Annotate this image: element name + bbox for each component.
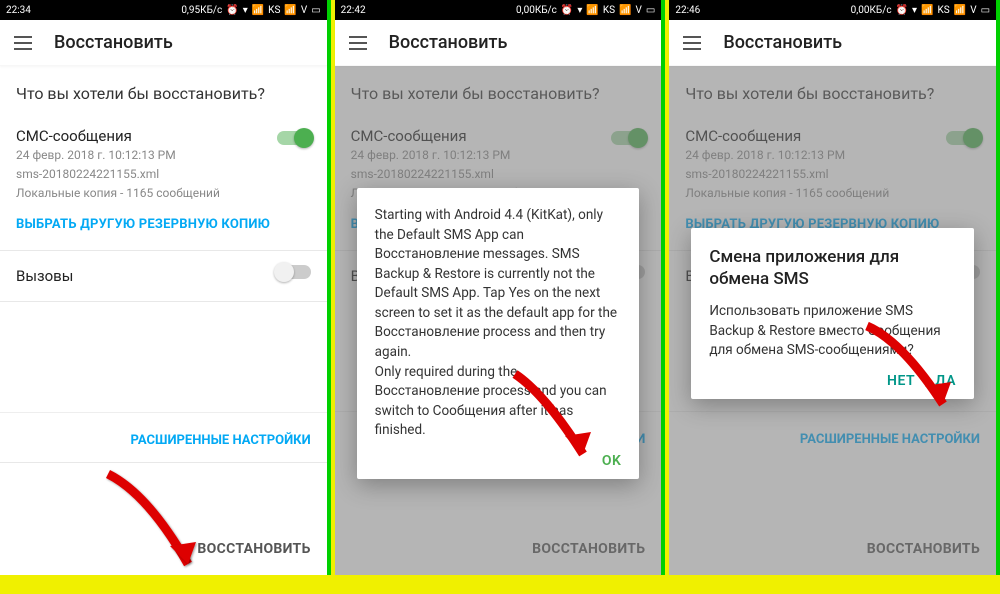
sms-item[interactable]: СМС-сообщения 24 февр. 2018 г. 10:12:13 … [0,117,327,207]
advanced-settings-button[interactable]: РАСШИРЕННЫЕ НАСТРОЙКИ [0,412,327,462]
menu-icon[interactable] [14,36,32,50]
status-v: V [636,5,642,16]
signal2-icon: 📶 [954,5,966,16]
status-time: 22:46 [675,5,700,16]
carrier-label: KS [268,5,280,16]
choose-backup-button[interactable]: ВЫБРАТЬ ДРУГУЮ РЕЗЕРВНУЮ КОПИЮ [0,207,327,250]
menu-icon[interactable] [683,36,701,50]
signal-icon: 📶 [586,5,598,16]
carrier-label: KS [938,5,950,16]
page-title: Восстановить [389,32,508,53]
content-area: Что вы хотели бы восстановить? СМС-сообщ… [335,66,662,575]
battery-icon: ▭ [981,5,990,16]
alarm-icon: ⏰ [896,5,908,16]
page-title: Восстановить [723,32,842,53]
status-speed: 0,00КБ/с [516,5,557,16]
status-bar: 22:42 0,00КБ/с ⏰ ▾ 📶 KS 📶 V ▭ [335,0,662,20]
calls-toggle[interactable] [277,265,311,279]
status-time: 22:34 [6,5,31,16]
app-bar: Восстановить [335,20,662,66]
signal-icon: 📶 [921,5,933,16]
wifi-icon: ▾ [243,5,248,16]
sms-toggle[interactable] [277,131,311,145]
dialog-title: Смена приложения для обмена SMS [709,246,956,290]
menu-icon[interactable] [349,36,367,50]
status-speed: 0,00КБ/с [851,5,892,16]
status-v: V [970,5,976,16]
signal2-icon: 📶 [284,5,296,16]
sms-date: 24 февр. 2018 г. 10:12:13 PM [16,147,311,164]
carrier-label: KS [603,5,615,16]
status-v: V [301,5,307,16]
wifi-icon: ▾ [912,5,917,16]
restore-question: Что вы хотели бы восстановить? [0,66,327,117]
content-area: Что вы хотели бы восстановить? СМС-сообщ… [669,66,996,575]
calls-title: Вызовы [16,267,311,285]
battery-icon: ▭ [311,5,320,16]
calls-item[interactable]: Вызовы [0,251,327,301]
status-bar: 22:46 0,00КБ/с ⏰ ▾ 📶 KS 📶 V ▭ [669,0,996,20]
divider [0,462,327,463]
battery-icon: ▭ [646,5,655,16]
alarm-icon: ⏰ [561,5,573,16]
divider [0,301,327,302]
dialog-body: Использовать приложение SMS Backup & Res… [709,302,956,361]
restore-button[interactable]: ВОССТАНОВИТЬ [197,541,310,557]
info-dialog: Starting with Android 4.4 (KitKat), only… [357,188,640,479]
status-speed: 0,95КБ/с [181,5,222,16]
signal2-icon: 📶 [619,5,631,16]
status-bar: 22:34 0,95КБ/с ⏰ ▾ 📶 KS 📶 V ▭ [0,0,327,20]
phone-screen-2: 22:42 0,00КБ/с ⏰ ▾ 📶 KS 📶 V ▭ Восстанови… [335,0,666,575]
signal-icon: 📶 [252,5,264,16]
content-area: Что вы хотели бы восстановить? СМС-сообщ… [0,66,327,575]
app-bar: Восстановить [669,20,996,66]
sms-title: СМС-сообщения [16,127,311,145]
app-bar: Восстановить [0,20,327,66]
phone-screen-3: 22:46 0,00КБ/с ⏰ ▾ 📶 KS 📶 V ▭ Восстанови… [669,0,1000,575]
confirm-dialog: Смена приложения для обмена SMS Использо… [691,228,974,399]
wifi-icon: ▾ [577,5,582,16]
annotation-arrow [88,454,228,594]
page-title: Восстановить [54,32,173,53]
sms-file: sms-20180224221155.xml [16,166,311,183]
phone-screen-1: 22:34 0,95КБ/с ⏰ ▾ 📶 KS 📶 V ▭ Восстанови… [0,0,331,575]
dialog-ok-button[interactable]: OK [602,453,622,469]
dialog-body: Starting with Android 4.4 (KitKat), only… [375,206,622,441]
sms-local: Локальные копия - 1165 сообщений [16,185,311,202]
dialog-no-button[interactable]: НЕТ [887,373,915,389]
dialog-yes-button[interactable]: ДА [935,373,956,389]
status-time: 22:42 [341,5,366,16]
alarm-icon: ⏰ [226,5,238,16]
